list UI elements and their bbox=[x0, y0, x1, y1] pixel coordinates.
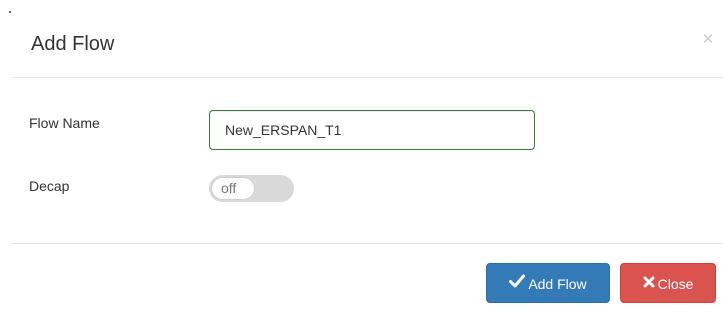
close-icon[interactable]: × bbox=[700, 29, 716, 51]
close-label: Close bbox=[657, 276, 694, 293]
decap-label: Decap bbox=[29, 178, 70, 194]
x-icon bbox=[643, 264, 655, 302]
add-flow-label: Add Flow bbox=[528, 276, 587, 293]
flow-name-label: Flow Name bbox=[29, 115, 100, 131]
close-button[interactable]: Close bbox=[620, 263, 716, 303]
modal-title: Add Flow bbox=[31, 33, 115, 55]
add-flow-modal: Add Flow × Flow Name Decap off Add Flow … bbox=[0, 0, 723, 318]
footer-divider bbox=[12, 243, 723, 244]
decap-toggle[interactable]: off bbox=[209, 175, 294, 202]
toggle-state-text: off bbox=[221, 180, 237, 196]
modal-header: Add Flow × bbox=[0, 0, 723, 78]
checkmark-icon bbox=[509, 264, 526, 302]
flow-name-input[interactable] bbox=[209, 110, 535, 150]
add-flow-button[interactable]: Add Flow bbox=[486, 263, 610, 303]
header-divider bbox=[12, 77, 723, 78]
